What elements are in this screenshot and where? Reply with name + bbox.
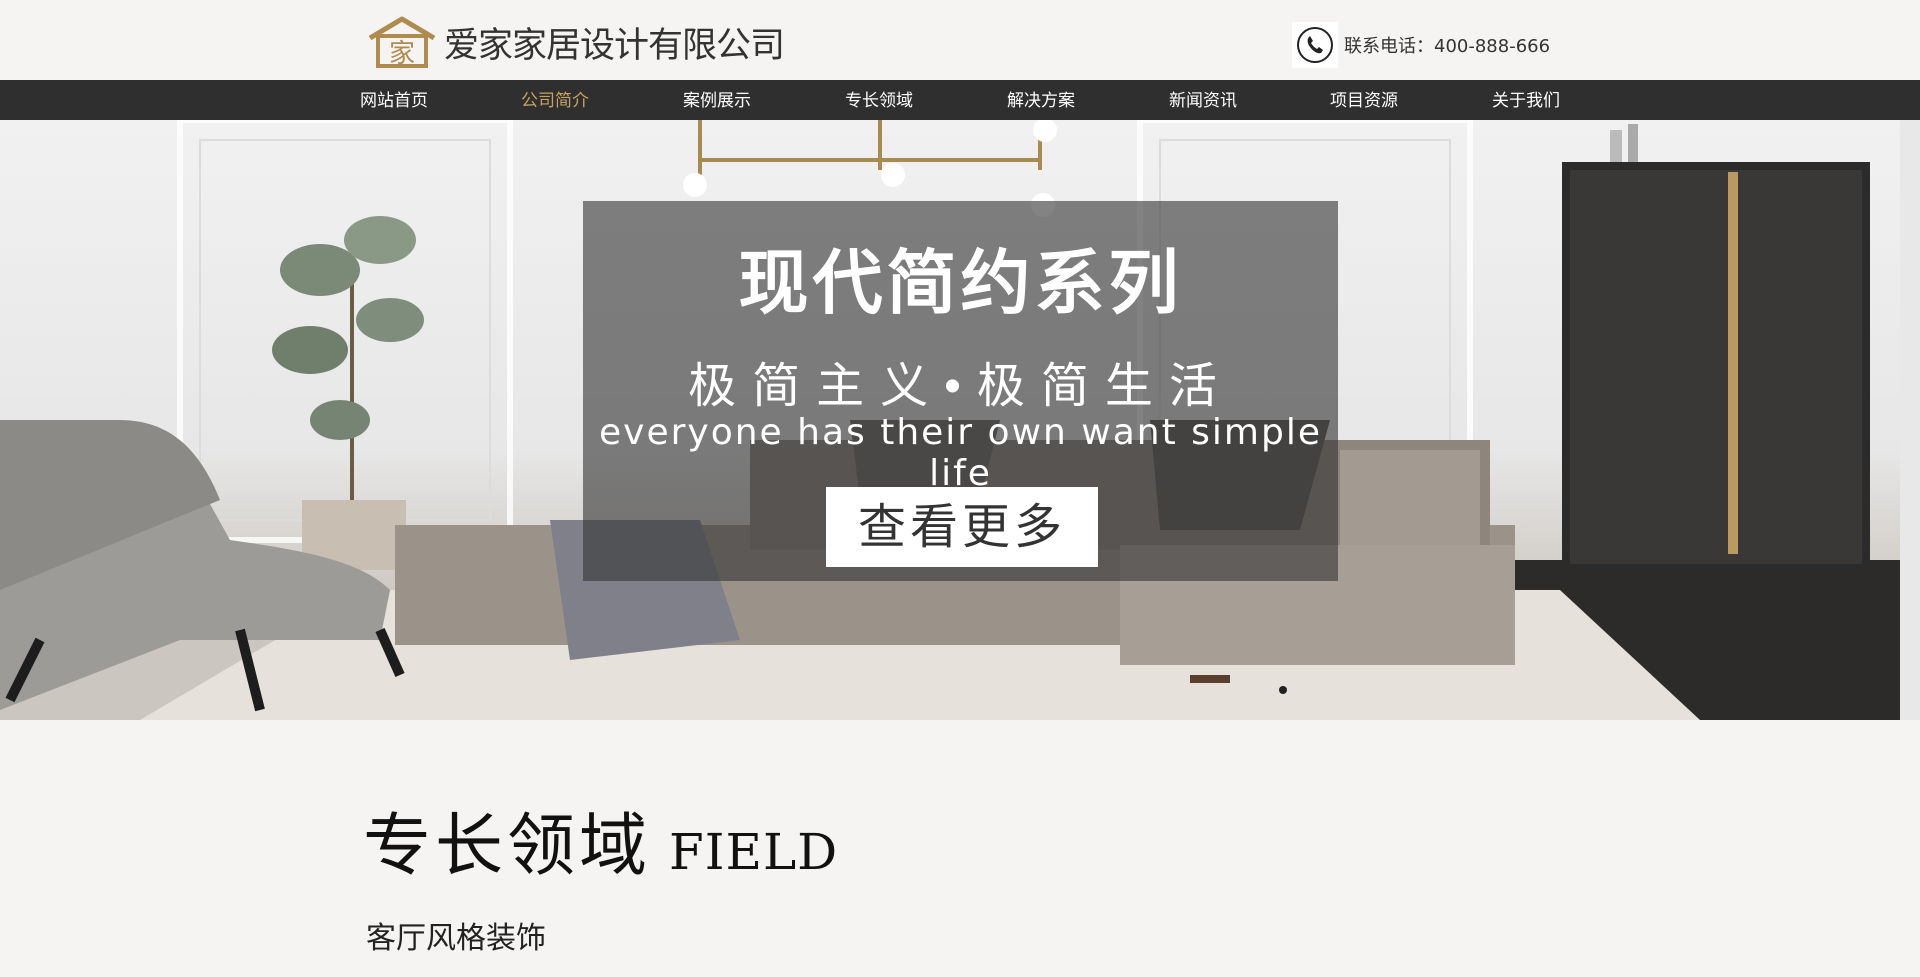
section-subtitle[interactable]: 客厅风格装饰: [366, 913, 546, 957]
site-header: 家 爱家家居设计有限公司 联系电话：400-888-666: [0, 0, 1920, 80]
nav-item-home[interactable]: 网站首页: [360, 80, 428, 120]
nav-item-about-us[interactable]: 关于我们: [1492, 80, 1560, 120]
hero-subtitle: 极简主义•极简生活: [688, 358, 1233, 414]
hero-banner: 现代简约系列 极简主义•极简生活 everyone has their own …: [0, 120, 1920, 720]
hero-overlay: 现代简约系列 极简主义•极简生活 everyone has their own …: [583, 201, 1338, 581]
main-nav: 网站首页 公司简介 案例展示 专长领域 解决方案 新闻资讯 项目资源 关于我们: [0, 80, 1920, 120]
section-title-cn: 专长领域: [363, 807, 652, 886]
hero-english-tagline: everyone has their own want simple life: [599, 412, 1322, 494]
contact-info: 联系电话：400-888-666: [1292, 22, 1550, 68]
nav-item-cases[interactable]: 案例展示: [683, 80, 751, 120]
nav-item-news[interactable]: 新闻资讯: [1169, 80, 1237, 120]
logo[interactable]: 家 爱家家居设计有限公司: [366, 16, 785, 68]
nav-item-projects[interactable]: 项目资源: [1330, 80, 1398, 120]
house-logo-icon: 家: [368, 16, 436, 68]
contact-phone: 联系电话：400-888-666: [1344, 36, 1551, 57]
hero-title: 现代简约系列: [738, 242, 1183, 324]
section-title-en: FIELD: [669, 823, 839, 881]
nav-item-solutions[interactable]: 解决方案: [1007, 80, 1075, 120]
view-more-button[interactable]: 查看更多: [826, 487, 1098, 567]
section-heading: 专长领域 FIELD: [363, 790, 838, 889]
nav-item-about-company[interactable]: 公司简介: [521, 80, 589, 120]
phone-icon: [1292, 22, 1338, 68]
logo-glyph: 家: [389, 39, 415, 68]
company-name: 爱家家居设计有限公司: [444, 25, 785, 66]
nav-item-specialties[interactable]: 专长领域: [845, 80, 913, 120]
